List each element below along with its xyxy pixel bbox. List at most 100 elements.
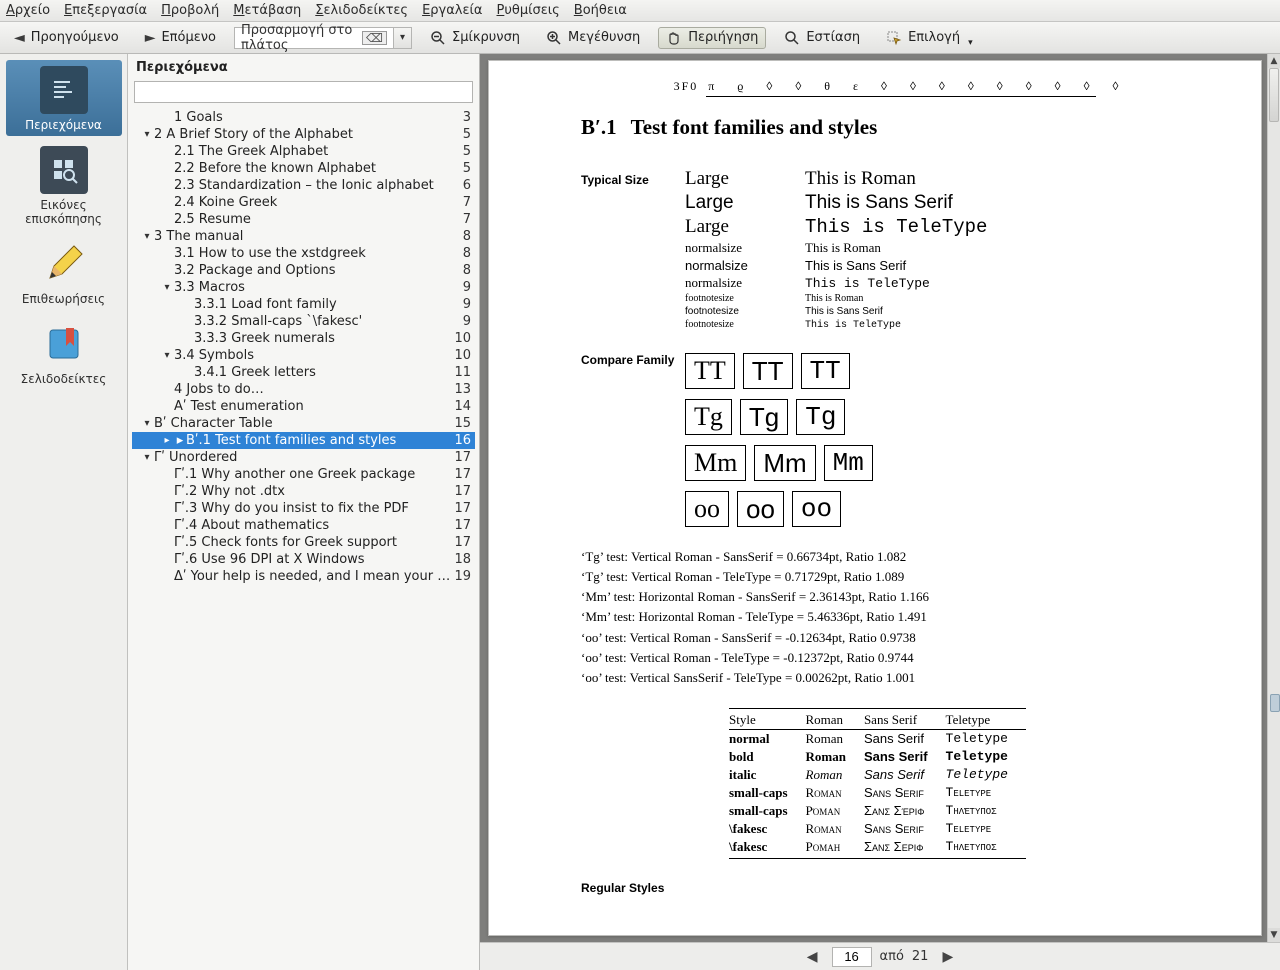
toc-page: 5: [451, 144, 475, 159]
page-input[interactable]: [832, 947, 872, 967]
menu-επεξεργασία[interactable]: Επεξεργασία: [64, 3, 147, 18]
toc-page: 5: [451, 127, 475, 142]
menu-βοήθεια[interactable]: Βοήθεια: [574, 3, 627, 18]
toc-label: 4 Jobs to do…: [174, 382, 451, 397]
disclosure-icon[interactable]: ▾: [160, 350, 174, 361]
toc-item[interactable]: 3.3.1 Load font family9: [132, 296, 475, 313]
toc-item[interactable]: Γʹ.1 Why another one Greek package17: [132, 466, 475, 483]
chevron-down-icon[interactable]: ▾: [394, 27, 412, 49]
toc-item[interactable]: 2.2 Before the known Alphabet5: [132, 160, 475, 177]
vertical-scrollbar[interactable]: ▲ ▼: [1267, 54, 1280, 942]
char-row: 3F0π ϱ ◊ ◊ θ ε ◊ ◊ ◊ ◊ ◊ ◊ ◊ ◊ ◊: [581, 79, 1221, 94]
clear-icon[interactable]: ⌫: [362, 31, 387, 45]
toc-item[interactable]: Γʹ.5 Check fonts for Greek support17: [132, 534, 475, 551]
iconbar-bookmarks[interactable]: Σελιδοδείκτες: [6, 314, 122, 390]
toc-page: 16: [451, 433, 475, 448]
page-next-button[interactable]: ▶: [936, 949, 959, 965]
toc-label: Δʹ Your help is needed, and I mean your …: [174, 569, 451, 584]
hand-icon: [666, 30, 682, 46]
document-viewer[interactable]: 3F0π ϱ ◊ ◊ θ ε ◊ ◊ ◊ ◊ ◊ ◊ ◊ ◊ ◊ Bʹ.1Tes…: [480, 54, 1280, 970]
toolbar: ◄Προηγούμενο ►Επόμενο Προσαρμογή στο πλά…: [0, 22, 1280, 54]
menu-σελιδοδείκτες[interactable]: Σελιδοδείκτες: [315, 3, 408, 18]
toc-search-input[interactable]: [134, 81, 473, 103]
page-prev-button[interactable]: ◀: [801, 949, 824, 965]
toc-page: 6: [451, 178, 475, 193]
toc-label: 3.3.1 Load font family: [194, 297, 451, 312]
toc-item[interactable]: ▾3 The manual8: [132, 228, 475, 245]
toc-item[interactable]: 2.4 Koine Greek7: [132, 194, 475, 211]
menu-ρυθμίσεις[interactable]: Ρυθμίσεις: [497, 3, 560, 18]
zoom-out-button[interactable]: Σμίκρυνση: [422, 27, 528, 49]
toc-item[interactable]: 3.3.2 Small-caps `\fakesc'9: [132, 313, 475, 330]
thumbnails-icon: [40, 146, 88, 194]
menubar[interactable]: Αρχείο Επεξεργασία Προβολή Μετάβαση Σελιδοδε…: [0, 0, 1280, 22]
toc-item[interactable]: ▾Bʹ Character Table15: [132, 415, 475, 432]
toc-page: 14: [451, 399, 475, 414]
toc-item[interactable]: 2.5 Resume7: [132, 211, 475, 228]
contents-icon: [40, 66, 88, 114]
toc-item[interactable]: Γʹ.6 Use 96 DPI at X Windows18: [132, 551, 475, 568]
zoom-in-button[interactable]: Μεγέθυνση: [538, 27, 648, 49]
toc-page: 10: [451, 348, 475, 363]
toc-item[interactable]: 3.3.3 Greek numerals10: [132, 330, 475, 347]
scroll-up-icon[interactable]: ▲: [1268, 54, 1280, 68]
toc-label: Bʹ Character Table: [154, 416, 451, 431]
menu-εργαλεία[interactable]: Εργαλεία: [422, 3, 482, 18]
disclosure-icon[interactable]: ▾: [160, 282, 174, 293]
toc-tree[interactable]: 1 Goals3▾2 A Brief Story of the Alphabet…: [128, 109, 479, 970]
toc-item[interactable]: ▾2 A Brief Story of the Alphabet5: [132, 126, 475, 143]
toc-item[interactable]: 3.4.1 Greek letters11: [132, 364, 475, 381]
chevron-down-icon[interactable]: ▾: [968, 38, 973, 48]
iconbar-reviews[interactable]: Επιθεωρήσεις: [6, 234, 122, 310]
toc-pane: Περιεχόμενα 1 Goals3▾2 A Brief Story of …: [128, 54, 480, 970]
toc-item[interactable]: Aʹ Test enumeration14: [132, 398, 475, 415]
menu-μετάβαση[interactable]: Μετάβαση: [233, 3, 301, 18]
zoom-mode-select[interactable]: Προσαρμογή στο πλάτος⌫ ▾: [234, 27, 412, 49]
iconbar-contents[interactable]: Περιεχόμενα: [6, 60, 122, 136]
select-tool-button[interactable]: Επιλογή▾: [878, 27, 981, 49]
toc-item[interactable]: Γʹ.2 Why not .dtx17: [132, 483, 475, 500]
toc-item[interactable]: Δʹ Your help is needed, and I mean your …: [132, 568, 475, 585]
toc-item[interactable]: Γʹ.4 About mathematics17: [132, 517, 475, 534]
toc-item[interactable]: ▾Γʹ Unordered17: [132, 449, 475, 466]
toc-label: Γʹ.1 Why another one Greek package: [174, 467, 451, 482]
toc-page: 19: [451, 569, 475, 584]
menu-αρχείο[interactable]: Αρχείο: [6, 3, 50, 18]
disclosure-icon[interactable]: ▾: [140, 418, 154, 429]
focus-tool-button[interactable]: Εστίαση: [776, 27, 868, 49]
next-button[interactable]: ►Επόμενο: [137, 27, 224, 49]
toc-label: 3.3 Macros: [174, 280, 451, 295]
scroll-thumb[interactable]: [1269, 68, 1279, 122]
toc-item[interactable]: 2.1 The Greek Alphabet5: [132, 143, 475, 160]
toc-page: 17: [451, 518, 475, 533]
menu-προβολή[interactable]: Προβολή: [161, 3, 219, 18]
toc-item[interactable]: 4 Jobs to do…13: [132, 381, 475, 398]
toc-item[interactable]: 3.1 How to use the xstdgreek8: [132, 245, 475, 262]
toc-page: 17: [451, 450, 475, 465]
toc-page: 8: [451, 263, 475, 278]
toc-page: 18: [451, 552, 475, 567]
disclosure-icon[interactable]: ▾: [140, 129, 154, 140]
disclosure-icon[interactable]: ▾: [140, 231, 154, 242]
toc-item[interactable]: 1 Goals3: [132, 109, 475, 126]
toc-page: 9: [451, 280, 475, 295]
toc-item[interactable]: ▾3.4 Symbols10: [132, 347, 475, 364]
toc-label: 2.4 Koine Greek: [174, 195, 451, 210]
toc-item[interactable]: Γʹ.3 Why do you insist to fix the PDF17: [132, 500, 475, 517]
scroll-down-icon[interactable]: ▼: [1268, 928, 1280, 942]
toc-item[interactable]: ▾3.3 Macros9: [132, 279, 475, 296]
toc-page: 17: [451, 501, 475, 516]
toc-item[interactable]: ▸▸Bʹ.1 Test font families and styles16: [132, 432, 475, 449]
disclosure-icon[interactable]: ▾: [140, 452, 154, 463]
iconbar-thumbnails[interactable]: Εικόνες επισκόπησης: [6, 140, 122, 230]
toc-item[interactable]: 3.2 Package and Options8: [132, 262, 475, 279]
prev-button[interactable]: ◄Προηγούμενο: [6, 27, 127, 49]
toc-label: Γʹ.4 About mathematics: [174, 518, 451, 533]
toc-item[interactable]: 2.3 Standardization – the Ionic alphabet…: [132, 177, 475, 194]
browse-tool-button[interactable]: Περιήγηση: [658, 27, 766, 49]
toc-label: Γʹ.5 Check fonts for Greek support: [174, 535, 451, 550]
toc-search[interactable]: [134, 81, 473, 103]
disclosure-icon[interactable]: ▸: [160, 435, 174, 446]
section-heading: Bʹ.1Test font families and styles: [581, 115, 1221, 140]
toc-page: 7: [451, 195, 475, 210]
